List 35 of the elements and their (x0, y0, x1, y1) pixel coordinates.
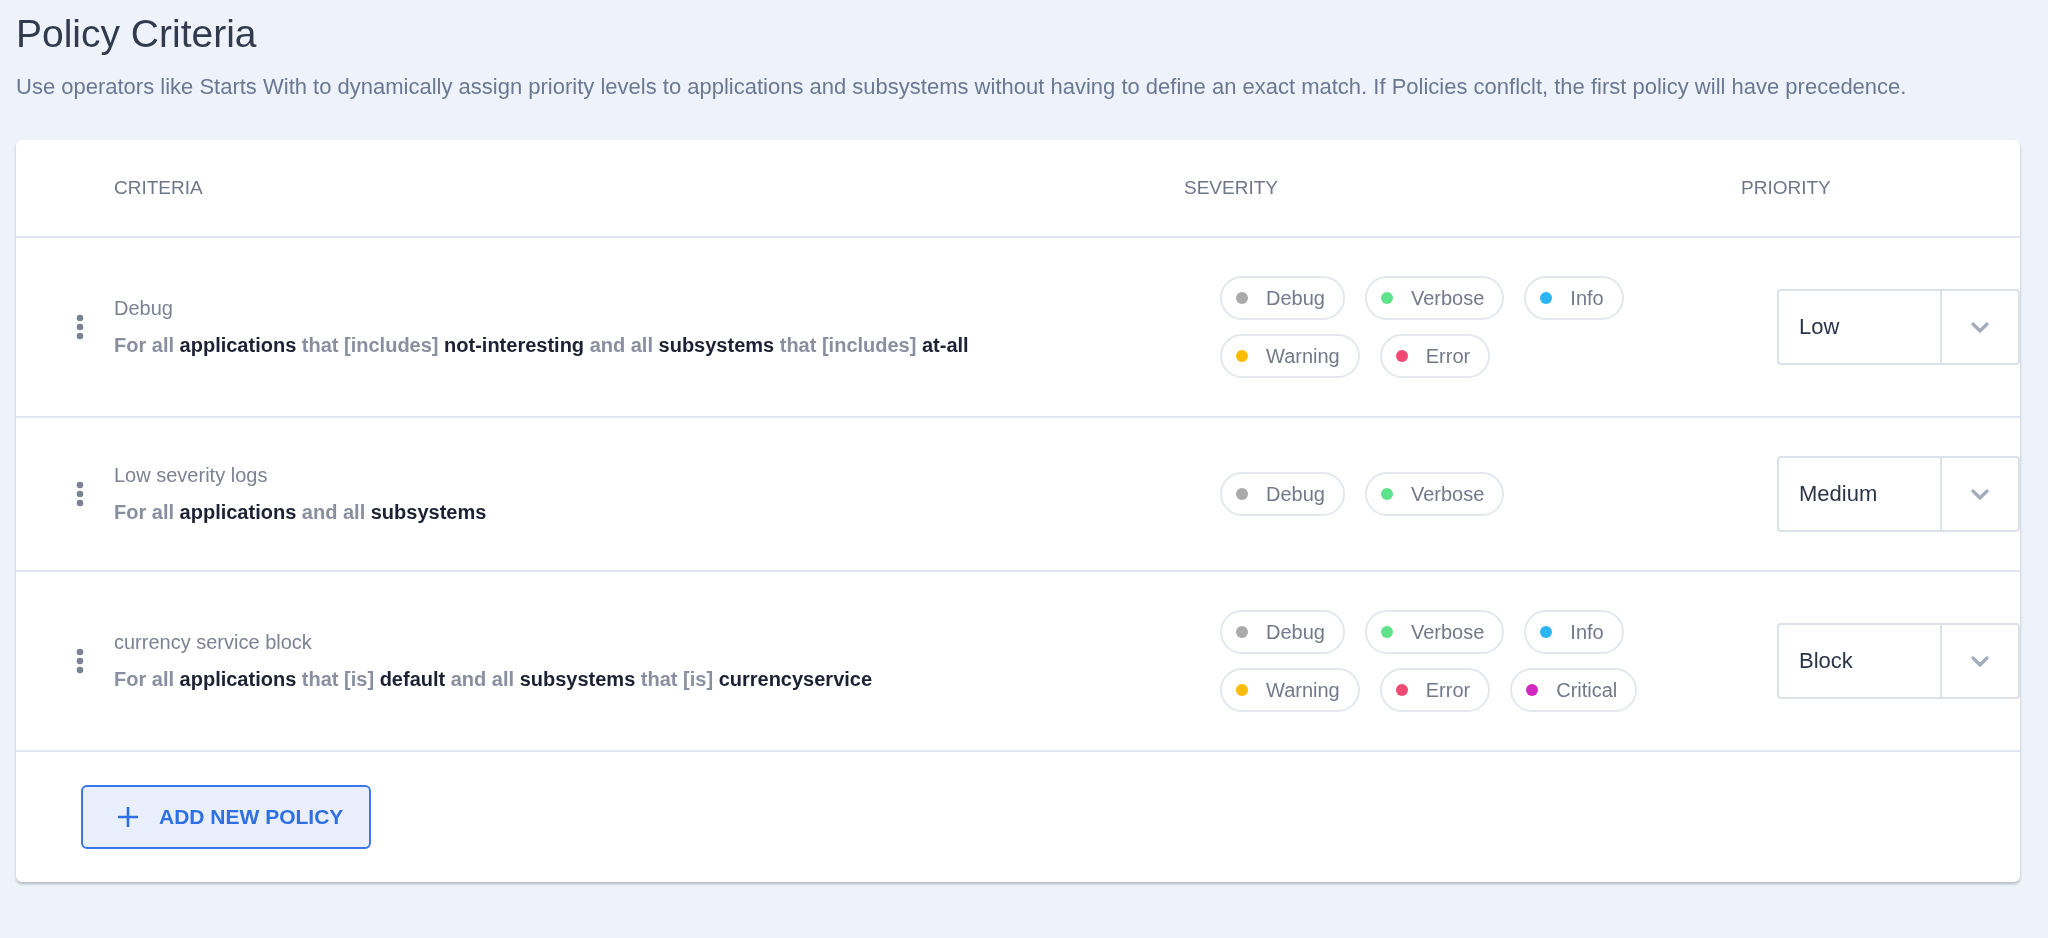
kebab-menu-icon[interactable] (76, 648, 84, 674)
page-title: Policy Criteria (16, 11, 258, 57)
severity-label: Debug (1266, 286, 1325, 310)
priority-dropdown[interactable]: Medium (1777, 456, 2020, 532)
severity-label: Critical (1556, 678, 1618, 702)
chevron-down-icon (1971, 488, 1989, 500)
policy-name: Debug (114, 297, 174, 320)
chevron-down-icon (1971, 321, 1989, 333)
severity-label: Debug (1266, 620, 1325, 644)
severity-label: Warning (1266, 678, 1340, 702)
column-header: SEVERITY (1184, 177, 1278, 199)
policy-name: currency service block (114, 631, 313, 654)
policy-name: Low severity logs (114, 464, 269, 487)
priority-dropdown[interactable]: Block (1777, 623, 2020, 699)
severity-label: Info (1570, 286, 1604, 310)
kebab-menu-icon[interactable] (76, 314, 84, 340)
policy-criteria: For all applications and all subsystems (114, 501, 488, 524)
severity-label: Verbose (1410, 620, 1485, 644)
priority-dropdown[interactable]: Low (1777, 289, 2020, 365)
policy-criteria: For all applications that [is] default and all subsystems that [is] currencyservice (114, 668, 874, 691)
severity-label: Error (1425, 678, 1471, 702)
chevron-down-icon (1971, 655, 1989, 667)
severity-label: Info (1570, 620, 1604, 644)
plus-icon (117, 806, 139, 828)
page-description: Use operators like Starts With to dynamically assign priority levels to applications and subsystems without having to define an exact match. If Policies conflclt, the first policy will have precedence. (16, 73, 1908, 101)
column-header: PRIORITY (1741, 177, 1831, 199)
policy-criteria: For all applications that [includes] not-interesting and all subsystems that [includes] at-all (114, 334, 970, 357)
add-policy-button[interactable]: ADD NEW POLICY (81, 785, 372, 849)
severity-label: Warning (1266, 344, 1340, 368)
severity-label: Verbose (1410, 286, 1485, 310)
severity-label: Verbose (1410, 482, 1485, 506)
kebab-menu-icon[interactable] (76, 481, 84, 507)
severity-label: Debug (1266, 482, 1325, 506)
severity-label: Error (1425, 344, 1471, 368)
column-header: CRITERIA (114, 177, 203, 199)
